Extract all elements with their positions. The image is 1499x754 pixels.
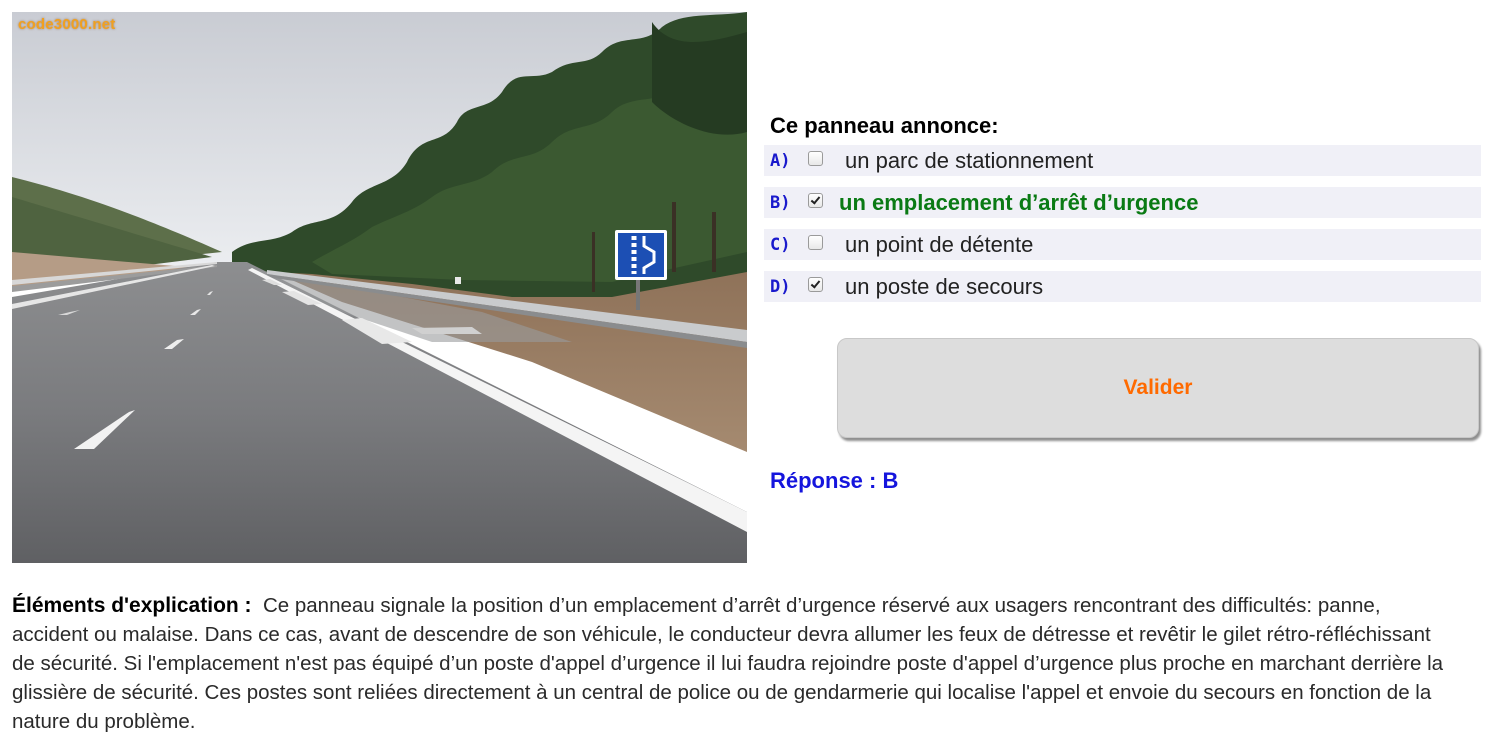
- checkbox-icon[interactable]: [808, 193, 823, 208]
- validate-button[interactable]: Valider: [837, 338, 1479, 438]
- checkbox-icon[interactable]: [808, 277, 823, 292]
- answer-letter: C): [770, 234, 791, 255]
- emergency-stop-bay-sign-icon: [615, 230, 667, 280]
- answer-option-c[interactable]: C) un point de détente: [764, 229, 1481, 260]
- site-watermark-logo: code3000.net: [18, 16, 116, 33]
- question-photo: code3000.net: [12, 12, 747, 563]
- answer-text-correct: un emplacement d’arrêt d’urgence: [839, 189, 1199, 215]
- checkbox-icon[interactable]: [808, 151, 823, 166]
- answer-option-b[interactable]: B) un emplacement d’arrêt d’urgence: [764, 187, 1481, 218]
- answer-letter: A): [770, 150, 791, 171]
- answer-text: un parc de stationnement: [845, 147, 1094, 173]
- answer-text: un point de détente: [845, 231, 1034, 257]
- highway-scene-image: [12, 12, 747, 563]
- answer-option-a[interactable]: A) un parc de stationnement: [764, 145, 1481, 176]
- answer-option-d[interactable]: D) un poste de secours: [764, 271, 1481, 302]
- answer-letter: D): [770, 276, 791, 297]
- answer-letter: B): [770, 192, 791, 213]
- answer-text: un poste de secours: [845, 273, 1044, 299]
- explanation-label: Éléments d'explication :: [12, 594, 252, 617]
- checkbox-icon[interactable]: [808, 235, 823, 250]
- answer-result: Réponse : B: [770, 468, 899, 493]
- question-prompt: Ce panneau annonce:: [770, 113, 999, 138]
- explanation-paragraph: Éléments d'explication : Ce panneau sign…: [12, 591, 1452, 736]
